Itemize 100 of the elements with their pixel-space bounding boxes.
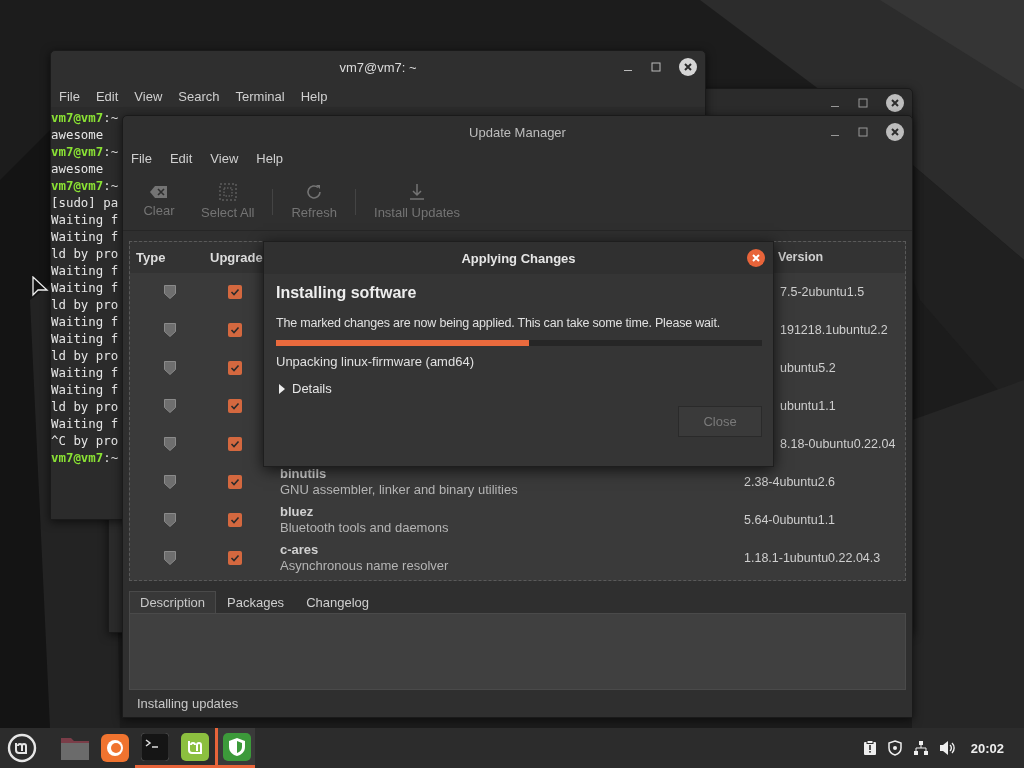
menu-item[interactable]: File xyxy=(57,89,88,105)
terminal-output: ld by pro xyxy=(51,297,119,312)
progress-text: Unpacking linux-firmware (amd64) xyxy=(276,354,475,369)
terminal-output: Waiting f xyxy=(51,212,119,227)
checkmark-icon xyxy=(230,476,240,487)
terminal-output: Waiting f xyxy=(51,382,119,397)
browser-icon xyxy=(101,734,129,762)
backspace-icon xyxy=(150,185,168,200)
checkbox[interactable] xyxy=(228,360,242,375)
maximize-button[interactable] xyxy=(858,98,868,108)
shield-icon xyxy=(164,398,176,413)
maximize-button[interactable] xyxy=(858,127,868,137)
maximize-button[interactable] xyxy=(651,62,661,72)
checkbox[interactable] xyxy=(228,550,242,565)
terminal-output: ld by pro xyxy=(51,348,119,363)
package-description: GNU assembler, linker and binary utilities xyxy=(280,481,519,498)
version-text: 2.38-4ubuntu2.6 xyxy=(744,474,836,489)
volume-icon[interactable] xyxy=(938,740,957,756)
taskbar-app[interactable] xyxy=(215,728,255,768)
shield-icon[interactable] xyxy=(886,740,903,756)
version-text: 1.18.1-1ubuntu0.22.04.3 xyxy=(744,550,881,565)
window-title: Update Manager xyxy=(469,124,566,140)
terminal-output: Waiting f xyxy=(51,331,119,346)
terminal-output: ld by pro xyxy=(51,399,119,414)
checkbox[interactable] xyxy=(228,398,242,413)
package-description: Bluetooth tools and daemons xyxy=(280,519,450,536)
shield-icon xyxy=(164,474,176,489)
mint-icon xyxy=(181,732,209,761)
prompt-text: vm7@vm7:~ xyxy=(51,110,119,125)
menu-item[interactable]: Edit xyxy=(167,151,201,174)
column-header[interactable]: Type xyxy=(130,249,210,265)
version-text: 5.64-0ubuntu1.1 xyxy=(744,512,836,527)
download-icon xyxy=(408,183,426,202)
terminal-output: awesome xyxy=(51,127,104,142)
tab[interactable]: Description xyxy=(129,591,217,614)
shield-icon xyxy=(164,322,176,337)
refresh-icon xyxy=(305,183,324,202)
terminal-output: awesome xyxy=(51,161,104,176)
shield-icon xyxy=(222,732,251,761)
close-button[interactable] xyxy=(679,58,697,76)
terminal-icon xyxy=(141,732,169,761)
terminal-output: [sudo] pa xyxy=(51,195,119,210)
close-button[interactable] xyxy=(886,123,904,141)
checkbox[interactable] xyxy=(228,322,242,337)
version-text: ubuntu5.2 xyxy=(780,360,836,375)
select-all-icon xyxy=(218,183,237,202)
shield-icon xyxy=(164,284,176,299)
shield-icon xyxy=(164,550,176,565)
menu-item[interactable]: Edit xyxy=(93,89,127,105)
menu-item[interactable]: File xyxy=(129,151,160,174)
terminal-output: ld by pro xyxy=(51,246,119,261)
checkbox[interactable] xyxy=(228,436,242,451)
version-text: 7.5-2ubuntu1.5 xyxy=(780,284,865,299)
checkbox[interactable] xyxy=(228,474,242,489)
terminal-output: Waiting f xyxy=(51,416,119,431)
package-name: bluez xyxy=(280,503,315,520)
checkmark-icon xyxy=(230,552,240,563)
network-icon[interactable] xyxy=(912,740,929,756)
tab[interactable]: Packages xyxy=(216,591,296,614)
version-text: 8.18-0ubuntu0.22.04 xyxy=(780,436,896,451)
terminal-output: Waiting f xyxy=(51,365,119,380)
shield-icon xyxy=(164,512,176,527)
version-text: ubuntu1.1 xyxy=(780,398,836,413)
terminal-output: Waiting f xyxy=(51,314,119,329)
close-button[interactable] xyxy=(886,94,904,112)
checkmark-icon xyxy=(230,362,240,373)
checkbox[interactable] xyxy=(228,512,242,527)
window-title: vm7@vm7: ~ xyxy=(339,59,417,75)
menu-item[interactable]: Help xyxy=(254,151,292,174)
menu-icon[interactable] xyxy=(7,733,37,763)
menu-item[interactable]: View xyxy=(208,151,247,174)
package-name: binutils xyxy=(280,465,328,482)
close-button[interactable] xyxy=(747,249,765,267)
clock[interactable]: 20:02 xyxy=(970,740,1004,756)
terminal-output: Waiting f xyxy=(51,280,119,295)
package-description: Asynchronous name resolver xyxy=(280,557,450,574)
folder-icon xyxy=(60,735,90,761)
checkmark-icon xyxy=(230,286,240,297)
checkmark-icon xyxy=(230,324,240,335)
menu-item[interactable]: View xyxy=(132,89,171,105)
checkmark-icon xyxy=(230,514,240,525)
menu-item[interactable]: Help xyxy=(298,89,336,105)
menu-item[interactable]: Terminal xyxy=(233,89,293,105)
package-name: c-ares xyxy=(280,541,320,558)
triangle-icon xyxy=(278,382,286,395)
terminal-output: ^C by pro xyxy=(51,433,119,448)
shield-icon xyxy=(164,360,176,375)
shield-icon xyxy=(164,436,176,451)
terminal-output: Waiting f xyxy=(51,263,119,278)
prompt-text: vm7@vm7:~ xyxy=(51,178,119,193)
prompt-text: vm7@vm7:~ xyxy=(51,144,119,159)
status-text: Installing updates xyxy=(137,696,239,711)
checkbox[interactable] xyxy=(228,284,242,299)
tab[interactable]: Changelog xyxy=(295,591,380,614)
dialog-heading: Installing software xyxy=(276,284,418,302)
details-expander[interactable]: Details xyxy=(276,381,334,396)
checkmark-icon xyxy=(230,400,240,411)
prompt-text: vm7@vm7:~ xyxy=(51,450,119,465)
clipboard-alert-icon[interactable] xyxy=(862,740,877,756)
menu-item[interactable]: Search xyxy=(176,89,228,105)
